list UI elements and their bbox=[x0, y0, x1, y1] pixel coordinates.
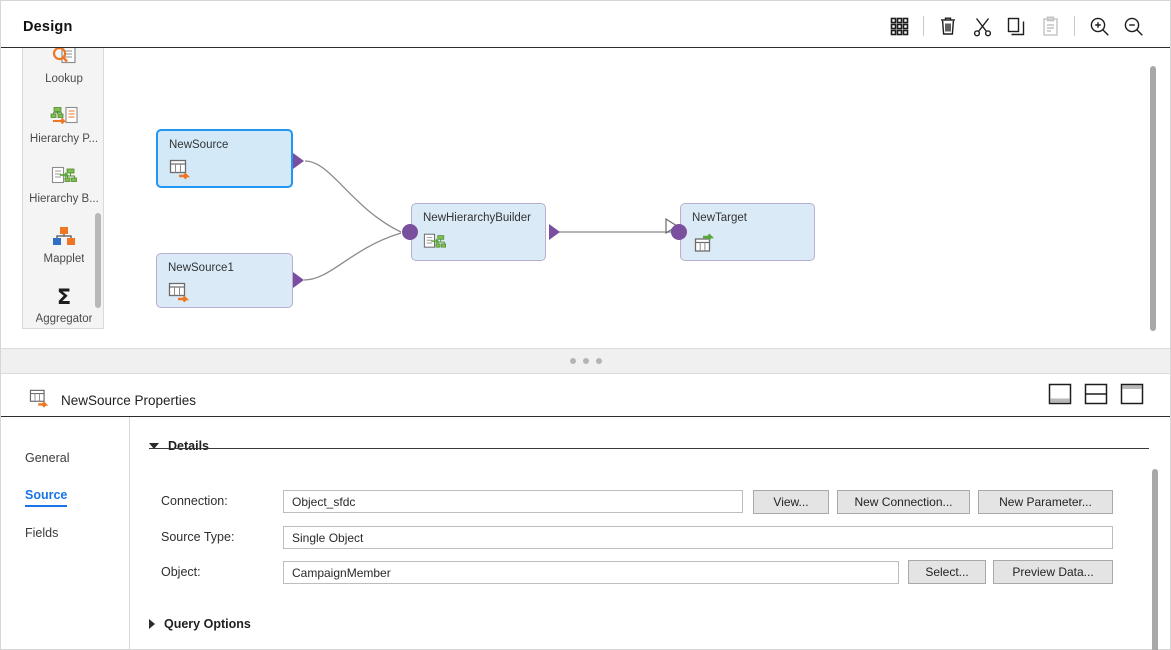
toolbar bbox=[882, 11, 1150, 41]
canvas-node-newsource[interactable]: NewSource bbox=[156, 129, 293, 188]
properties-content: Details Connection: Object_sfdc View... … bbox=[131, 417, 1170, 650]
svg-text:Σ: Σ bbox=[57, 285, 71, 309]
chevron-right-icon bbox=[149, 619, 155, 629]
design-window: Design Lookup Hierarchy P... Hierarchy B… bbox=[0, 0, 1171, 650]
target-icon bbox=[692, 232, 716, 259]
node-label: NewTarget bbox=[692, 212, 747, 224]
section-details-label: Details bbox=[168, 439, 209, 453]
tab-source[interactable]: Source bbox=[25, 488, 68, 507]
connection-label: Connection: bbox=[161, 494, 228, 508]
layout-top-panel-icon[interactable] bbox=[1120, 383, 1144, 405]
source-icon bbox=[168, 282, 192, 309]
palette-item-label: Mapplet bbox=[43, 253, 85, 265]
mapping-canvas[interactable]: Lookup Hierarchy P... Hierarchy B... Map… bbox=[1, 48, 1170, 348]
hierarchy-builder-icon bbox=[51, 164, 77, 190]
palette-item-lookup[interactable]: Lookup bbox=[23, 48, 105, 103]
panel-splitter[interactable] bbox=[1, 348, 1170, 374]
layout-buttons bbox=[1048, 383, 1144, 405]
delete-icon[interactable] bbox=[931, 11, 965, 41]
section-query-options-label: Query Options bbox=[164, 617, 251, 631]
section-details[interactable]: Details bbox=[149, 439, 209, 453]
source-type-label: Source Type: bbox=[161, 530, 235, 544]
source-icon bbox=[169, 159, 193, 186]
lookup-icon bbox=[51, 48, 77, 70]
preview-data-button[interactable]: Preview Data... bbox=[993, 560, 1113, 584]
splitter-grip-icon bbox=[569, 358, 602, 364]
cut-icon[interactable] bbox=[965, 11, 999, 41]
output-port-hierarchybuilder[interactable] bbox=[549, 224, 560, 240]
input-port-newtarget[interactable] bbox=[671, 224, 687, 240]
source-type-select[interactable]: Single Object bbox=[283, 526, 1113, 549]
canvas-node-newsource1[interactable]: NewSource1 bbox=[156, 253, 293, 308]
canvas-vertical-scrollbar-thumb[interactable] bbox=[1150, 66, 1156, 331]
canvas-node-newhierarchybuilder[interactable]: NewHierarchyBuilder bbox=[411, 203, 546, 261]
properties-title: NewSource Properties bbox=[61, 393, 197, 408]
mapplet-icon bbox=[50, 224, 78, 250]
layout-split-horizontal-icon[interactable] bbox=[1084, 383, 1108, 405]
window-header: Design bbox=[1, 1, 1170, 48]
toolbar-divider-2 bbox=[1074, 16, 1075, 36]
canvas-node-newtarget[interactable]: NewTarget bbox=[680, 203, 815, 261]
properties-title-group: NewSource Properties bbox=[29, 389, 196, 412]
hierarchy-parser-icon bbox=[50, 104, 78, 130]
page-title: Design bbox=[23, 19, 73, 35]
connection-select[interactable]: Object_sfdc bbox=[283, 490, 743, 513]
object-input[interactable]: CampaignMember bbox=[283, 561, 899, 584]
properties-tab-list: General Source Fields bbox=[1, 417, 130, 649]
new-parameter-button[interactable]: New Parameter... bbox=[978, 490, 1113, 514]
node-label: NewSource1 bbox=[168, 262, 234, 274]
palette-item-label: Hierarchy P... bbox=[29, 133, 99, 145]
properties-header: NewSource Properties bbox=[1, 374, 1170, 417]
tab-general[interactable]: General bbox=[25, 451, 69, 468]
palette-item-label: Aggregator bbox=[35, 313, 93, 325]
grid-icon[interactable] bbox=[882, 11, 916, 41]
node-label: NewSource bbox=[169, 139, 229, 151]
section-query-options[interactable]: Query Options bbox=[149, 617, 251, 631]
properties-panel: NewSource Properties General Source Fiel… bbox=[1, 374, 1170, 650]
palette-item-mapplet[interactable]: Mapplet bbox=[23, 224, 105, 283]
hierarchy-builder-icon bbox=[423, 232, 447, 259]
toolbar-divider-1 bbox=[923, 16, 924, 36]
copy-icon[interactable] bbox=[999, 11, 1033, 41]
zoom-out-icon[interactable] bbox=[1116, 11, 1150, 41]
properties-vertical-scrollbar-thumb[interactable] bbox=[1152, 469, 1158, 650]
layout-bottom-panel-icon[interactable] bbox=[1048, 383, 1072, 405]
palette-scrollbar-thumb[interactable] bbox=[95, 213, 101, 308]
palette-item-hierarchy-builder[interactable]: Hierarchy B... bbox=[23, 164, 105, 223]
paste-icon[interactable] bbox=[1033, 11, 1067, 41]
output-port-newsource[interactable] bbox=[293, 153, 304, 169]
object-label: Object: bbox=[161, 565, 201, 579]
palette-item-label: Lookup bbox=[45, 73, 83, 85]
palette-item-hierarchy-parser[interactable]: Hierarchy P... bbox=[23, 104, 105, 163]
tab-fields[interactable]: Fields bbox=[25, 526, 58, 543]
new-connection-button[interactable]: New Connection... bbox=[837, 490, 970, 514]
select-object-button[interactable]: Select... bbox=[908, 560, 986, 584]
palette-item-aggregator[interactable]: Σ Aggregator bbox=[23, 284, 105, 343]
palette-item-label: Hierarchy B... bbox=[29, 193, 99, 205]
view-button[interactable]: View... bbox=[753, 490, 829, 514]
section-divider bbox=[149, 448, 1149, 449]
node-label: NewHierarchyBuilder bbox=[423, 212, 532, 224]
output-port-newsource1[interactable] bbox=[293, 272, 304, 288]
transformation-palette: Lookup Hierarchy P... Hierarchy B... Map… bbox=[22, 48, 104, 329]
input-port-hierarchybuilder[interactable] bbox=[402, 224, 418, 240]
zoom-in-icon[interactable] bbox=[1082, 11, 1116, 41]
source-icon bbox=[29, 389, 51, 412]
aggregator-icon: Σ bbox=[51, 284, 77, 310]
